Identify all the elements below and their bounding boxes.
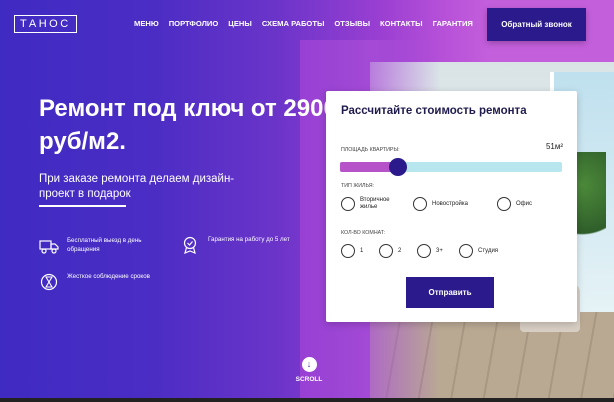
radio-label: 2 [398, 247, 402, 254]
nav-item-portfolio[interactable]: ПОРТФОЛИО [169, 19, 219, 28]
logo[interactable]: ТАНОС [14, 15, 77, 33]
radio-label: Новостройка [432, 200, 468, 207]
nav-item-guarantee[interactable]: ГАРАНТИЯ [433, 19, 473, 28]
housing-option-new[interactable]: Новостройка [413, 197, 497, 211]
nav-item-reviews[interactable]: ОТЗЫВЫ [334, 19, 370, 28]
radio-label: 3+ [436, 247, 443, 254]
radio-label: 1 [360, 247, 364, 254]
nav-item-workflow[interactable]: СХЕМА РАБОТЫ [262, 19, 325, 28]
feature-text: Жесткое соблюдение сроков [67, 273, 150, 280]
feature-text: Бесплатный выезд в день обращения [67, 237, 142, 253]
radio-button[interactable] [459, 244, 473, 258]
callback-button[interactable]: Обратный звонок [487, 8, 586, 41]
hourglass-icon [40, 273, 58, 291]
area-slider[interactable] [340, 158, 562, 176]
housing-type-label: ТИП ЖИЛЬЯ: [341, 183, 375, 189]
calculator-card: Рассчитайте стоимость ремонта ПЛОЩАДЬ КВ… [326, 91, 577, 322]
feature-free-visit: Бесплатный выезд в день обращения [39, 237, 169, 255]
radio-button[interactable] [413, 197, 427, 211]
feature-deadlines: Жесткое соблюдение сроков [39, 273, 169, 291]
radio-button[interactable] [497, 197, 511, 211]
radio-button[interactable] [379, 244, 393, 258]
housing-option-secondary[interactable]: Вторичное жилье [341, 197, 413, 211]
hero-subtitle: При заказе ремонта делаем дизайн-проект … [39, 173, 235, 200]
radio-label: Студия [478, 247, 499, 254]
radio-button[interactable] [417, 244, 431, 258]
rooms-count-label: КОЛ-ВО КОМНАТ: [341, 230, 386, 236]
subtitle-underline [39, 205, 126, 207]
radio-button[interactable] [341, 244, 355, 258]
calculator-title: Рассчитайте стоимость ремонта [341, 105, 527, 117]
scroll-indicator[interactable]: ↓ SCROLL [295, 357, 323, 383]
submit-button[interactable]: Отправить [406, 277, 494, 308]
feature-text: Гарантия на работу до 5 лет [208, 236, 290, 243]
rooms-option-3plus[interactable]: 3+ [417, 244, 459, 258]
page-title: Ремонт под ключ от 2900 руб/м2. [39, 95, 337, 155]
rooms-option-1[interactable]: 1 [341, 244, 379, 258]
scroll-label: SCROLL [295, 376, 323, 383]
feature-guarantee: Гарантия на работу до 5 лет [180, 236, 300, 254]
area-slider-handle[interactable] [389, 158, 407, 176]
truck-icon [39, 240, 59, 254]
housing-type-options: Вторичное жилье Новостройка Офис [341, 197, 532, 211]
rooms-count-options: 1 2 3+ Студия [341, 244, 498, 258]
main-nav: МЕНЮ ПОРТФОЛИО ЦЕНЫ СХЕМА РАБОТЫ ОТЗЫВЫ … [134, 19, 483, 28]
radio-label: Вторичное жилье [360, 197, 390, 210]
area-value: 51м² [545, 142, 563, 151]
arrow-down-icon: ↓ [301, 357, 317, 372]
area-label: ПЛОЩАДЬ КВАРТИРЫ: [341, 147, 400, 153]
hero-section: ТАНОС МЕНЮ ПОРТФОЛИО ЦЕНЫ СХЕМА РАБОТЫ О… [0, 0, 614, 398]
rooms-option-2[interactable]: 2 [379, 244, 417, 258]
nav-item-contacts[interactable]: КОНТАКТЫ [380, 19, 423, 28]
radio-label: Офис [516, 200, 532, 207]
badge-check-icon [183, 236, 197, 254]
radio-button[interactable] [341, 197, 355, 211]
rooms-option-studio[interactable]: Студия [459, 244, 498, 258]
nav-item-menu[interactable]: МЕНЮ [134, 19, 159, 28]
nav-item-prices[interactable]: ЦЕНЫ [228, 19, 252, 28]
housing-option-office[interactable]: Офис [497, 197, 532, 211]
bottom-bar [0, 398, 614, 402]
